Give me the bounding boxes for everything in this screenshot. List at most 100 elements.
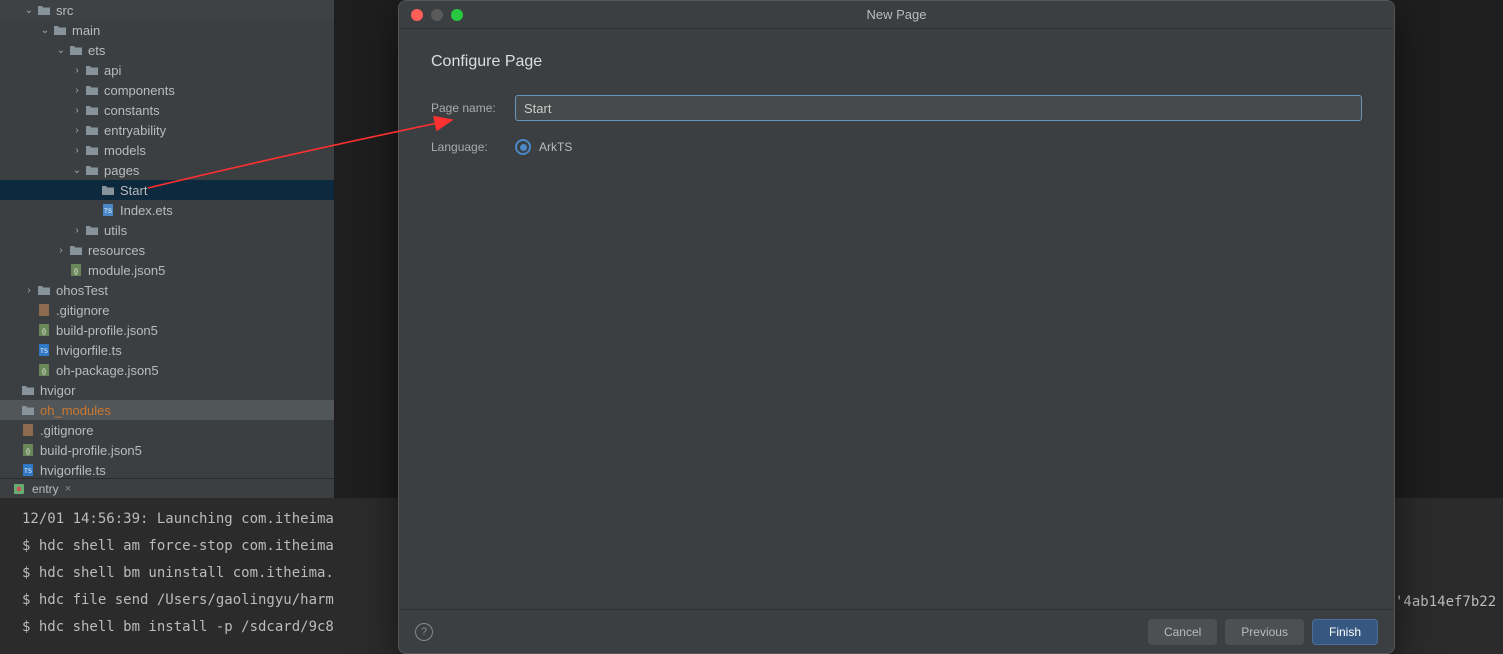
project-tree[interactable]: ⌄src⌄main⌄ets›api›components›constants›e…	[0, 0, 334, 480]
tree-item-label: hvigorfile.ts	[40, 463, 106, 478]
tree-item[interactable]: ›constants	[0, 100, 334, 120]
language-label: Language:	[431, 140, 515, 154]
tree-item-label: .gitignore	[56, 303, 109, 318]
tree-item[interactable]: TS hvigorfile.ts	[0, 460, 334, 480]
tree-item-label: module.json5	[88, 263, 165, 278]
tree-item[interactable]: ⌄ ets	[0, 40, 334, 60]
tree-item[interactable]: TS hvigorfile.ts	[0, 340, 334, 360]
folder-icon	[84, 102, 100, 118]
terminal-tab-label[interactable]: entry	[32, 482, 59, 496]
file-json-icon: {}	[36, 322, 52, 338]
chevron-right-icon[interactable]: ›	[72, 125, 82, 136]
tree-item-label: entryability	[104, 123, 166, 138]
tree-item[interactable]: › components	[0, 80, 334, 100]
folder-icon	[52, 22, 68, 38]
tree-item[interactable]: ⌄pages	[0, 160, 334, 180]
tree-item-label: .gitignore	[40, 423, 93, 438]
language-radio-arkts[interactable]	[515, 139, 531, 155]
chevron-right-icon[interactable]: ›	[72, 105, 82, 116]
tree-item-label: components	[104, 83, 175, 98]
file-json-icon: {}	[36, 362, 52, 378]
tree-item[interactable]: {}module.json5	[0, 260, 334, 280]
file-ets-icon: TS	[100, 202, 116, 218]
tree-item[interactable]: oh_modules	[0, 400, 334, 420]
folder-icon	[84, 162, 100, 178]
previous-button[interactable]: Previous	[1225, 619, 1304, 645]
radio-dot-icon	[520, 144, 527, 151]
chevron-right-icon[interactable]: ›	[72, 225, 82, 236]
folder-icon	[68, 242, 84, 258]
dialog-titlebar: New Page	[399, 1, 1394, 29]
chevron-right-icon[interactable]: ›	[72, 85, 82, 96]
tree-item[interactable]: › api	[0, 60, 334, 80]
window-zoom-button[interactable]	[451, 9, 463, 21]
tree-item[interactable]: hvigor	[0, 380, 334, 400]
gutter-mark	[10, 560, 22, 587]
tree-item[interactable]: ⌄src	[0, 0, 334, 20]
tree-item[interactable]: Start	[0, 180, 334, 200]
help-icon[interactable]: ?	[415, 623, 433, 641]
tree-item-label: hvigor	[40, 383, 75, 398]
window-close-button[interactable]	[411, 9, 423, 21]
svg-text:{}: {}	[42, 369, 46, 375]
tree-item[interactable]: TS Index.ets	[0, 200, 334, 220]
gutter-mark	[10, 506, 22, 533]
tree-item-label: api	[104, 63, 121, 78]
tree-item-label: hvigorfile.ts	[56, 343, 122, 358]
tree-item[interactable]: ›utils	[0, 220, 334, 240]
console-text: $ hdc file send /Users/gaolingyu/harm	[22, 587, 334, 614]
folder-icon	[20, 382, 36, 398]
tree-item[interactable]: .gitignore	[0, 300, 334, 320]
tree-item[interactable]: {}build-profile.json5	[0, 440, 334, 460]
window-controls	[399, 9, 463, 21]
tree-item-label: Index.ets	[120, 203, 173, 218]
chevron-down-icon[interactable]: ⌄	[40, 25, 50, 36]
tree-item[interactable]: .gitignore	[0, 420, 334, 440]
language-row: Language: ArkTS	[431, 139, 1362, 155]
chevron-down-icon[interactable]: ⌄	[72, 165, 82, 176]
tree-item-label: models	[104, 143, 146, 158]
console-text: $ hdc shell bm uninstall com.itheima.	[22, 560, 334, 587]
tree-item[interactable]: ⌄main	[0, 20, 334, 40]
gutter-mark	[10, 614, 22, 641]
tree-item[interactable]: › resources	[0, 240, 334, 260]
close-icon[interactable]: ×	[65, 483, 71, 495]
page-name-input[interactable]	[515, 95, 1362, 121]
file-json-icon: {}	[20, 442, 36, 458]
window-minimize-button[interactable]	[431, 9, 443, 21]
chevron-right-icon[interactable]: ›	[72, 145, 82, 156]
console-text: $ hdc shell am force-stop com.itheima	[22, 533, 334, 560]
tree-item-label: oh_modules	[40, 403, 111, 418]
svg-text:{}: {}	[42, 329, 46, 335]
svg-text:TS: TS	[40, 349, 48, 355]
tree-item[interactable]: {}build-profile.json5	[0, 320, 334, 340]
tree-item[interactable]: ›ohosTest	[0, 280, 334, 300]
chevron-down-icon[interactable]: ⌄	[24, 5, 34, 16]
chevron-right-icon[interactable]: ›	[72, 65, 82, 76]
folder-icon	[84, 62, 100, 78]
folder-icon	[84, 122, 100, 138]
console-text: 12/01 14:56:39: Launching com.itheima	[22, 506, 334, 533]
chevron-right-icon[interactable]: ›	[56, 245, 66, 256]
dialog-footer: ? Cancel Previous Finish	[399, 609, 1394, 653]
svg-text:TS: TS	[24, 469, 32, 475]
tree-item[interactable]: › entryability	[0, 120, 334, 140]
cancel-button[interactable]: Cancel	[1148, 619, 1217, 645]
tree-item-label: resources	[88, 243, 145, 258]
tree-item-label: ets	[88, 43, 105, 58]
tree-item[interactable]: › models	[0, 140, 334, 160]
folder-icon	[36, 2, 52, 18]
dialog-heading: Configure Page	[431, 53, 1362, 71]
terminal-tab-strip: entry ×	[0, 478, 334, 498]
gutter-mark	[10, 587, 22, 614]
chevron-right-icon[interactable]: ›	[24, 285, 34, 296]
tree-item[interactable]: {}oh-package.json5	[0, 360, 334, 380]
folder-icon	[84, 82, 100, 98]
console-fragment: '4ab14ef7b22	[1395, 594, 1496, 610]
new-page-dialog: New Page Configure Page Page name: Langu…	[398, 0, 1395, 654]
project-tree-panel: ⌄src⌄main⌄ets›api›components›constants›e…	[0, 0, 334, 488]
folder-icon	[100, 182, 116, 198]
finish-button[interactable]: Finish	[1312, 619, 1378, 645]
chevron-down-icon[interactable]: ⌄	[56, 45, 66, 56]
file-git-icon	[20, 422, 36, 438]
